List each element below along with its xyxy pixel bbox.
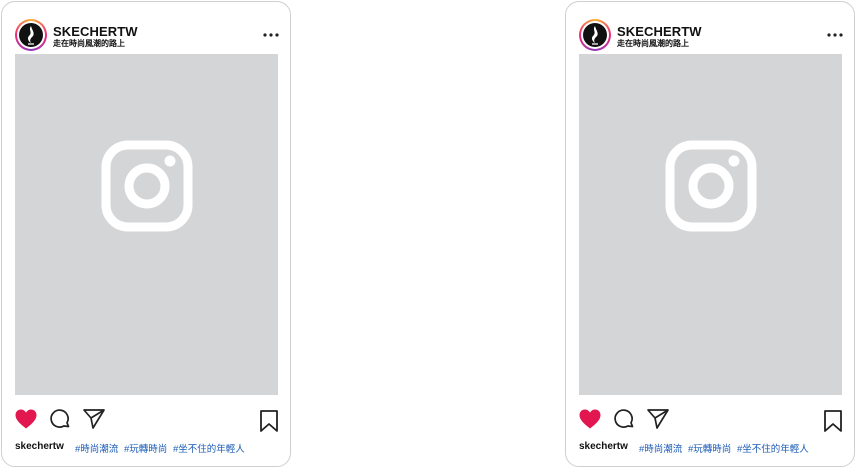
- caption-username[interactable]: skechertw: [15, 441, 64, 452]
- more-horizontal-icon: [263, 33, 279, 37]
- more-horizontal-icon: [827, 33, 843, 37]
- hashtag-link[interactable]: #時尚潮流: [639, 441, 682, 455]
- like-button[interactable]: [578, 408, 602, 435]
- post-username[interactable]: SKECHERTW: [53, 24, 138, 39]
- instagram-camera-icon: [101, 140, 193, 232]
- instagram-post-card: SKECHERTW 走在時尚風潮的路上 skechertw #時尚潮流 #玩轉時…: [1, 1, 291, 467]
- post-photo-placeholder: [15, 54, 278, 395]
- heart-icon: [579, 409, 601, 429]
- instagram-post-card: SKECHERTW 走在時尚風潮的路上 skechertw #時尚潮流 #玩轉時…: [565, 1, 855, 467]
- hashtag-link[interactable]: #玩轉時尚: [688, 441, 731, 455]
- comment-button[interactable]: [613, 408, 635, 435]
- post-photo-placeholder: [579, 54, 842, 395]
- brand-logo-icon: [19, 23, 43, 47]
- comment-icon: [50, 409, 70, 428]
- save-button[interactable]: [823, 409, 843, 438]
- post-tagline: 走在時尚風潮的路上: [617, 39, 689, 48]
- heart-icon: [15, 409, 37, 429]
- like-button[interactable]: [14, 408, 38, 435]
- instagram-camera-icon: [665, 140, 757, 232]
- avatar[interactable]: [579, 19, 611, 51]
- share-button[interactable]: [646, 408, 670, 435]
- hashtag-link[interactable]: #坐不住的年輕人: [173, 441, 245, 455]
- more-options-button[interactable]: [261, 28, 281, 42]
- comment-icon: [614, 409, 634, 428]
- share-button[interactable]: [82, 408, 106, 435]
- bookmark-icon: [260, 410, 278, 432]
- comment-button[interactable]: [49, 408, 71, 435]
- hashtag-link[interactable]: #坐不住的年輕人: [737, 441, 809, 455]
- post-username[interactable]: SKECHERTW: [617, 24, 702, 39]
- paper-plane-icon: [83, 409, 105, 429]
- more-options-button[interactable]: [825, 28, 845, 42]
- avatar[interactable]: [15, 19, 47, 51]
- bookmark-icon: [824, 410, 842, 432]
- hashtag-link[interactable]: #時尚潮流: [75, 441, 118, 455]
- post-tagline: 走在時尚風潮的路上: [53, 39, 125, 48]
- save-button[interactable]: [259, 409, 279, 438]
- hashtag-link[interactable]: #玩轉時尚: [124, 441, 167, 455]
- paper-plane-icon: [647, 409, 669, 429]
- brand-logo-icon: [583, 23, 607, 47]
- caption-username[interactable]: skechertw: [579, 441, 628, 452]
